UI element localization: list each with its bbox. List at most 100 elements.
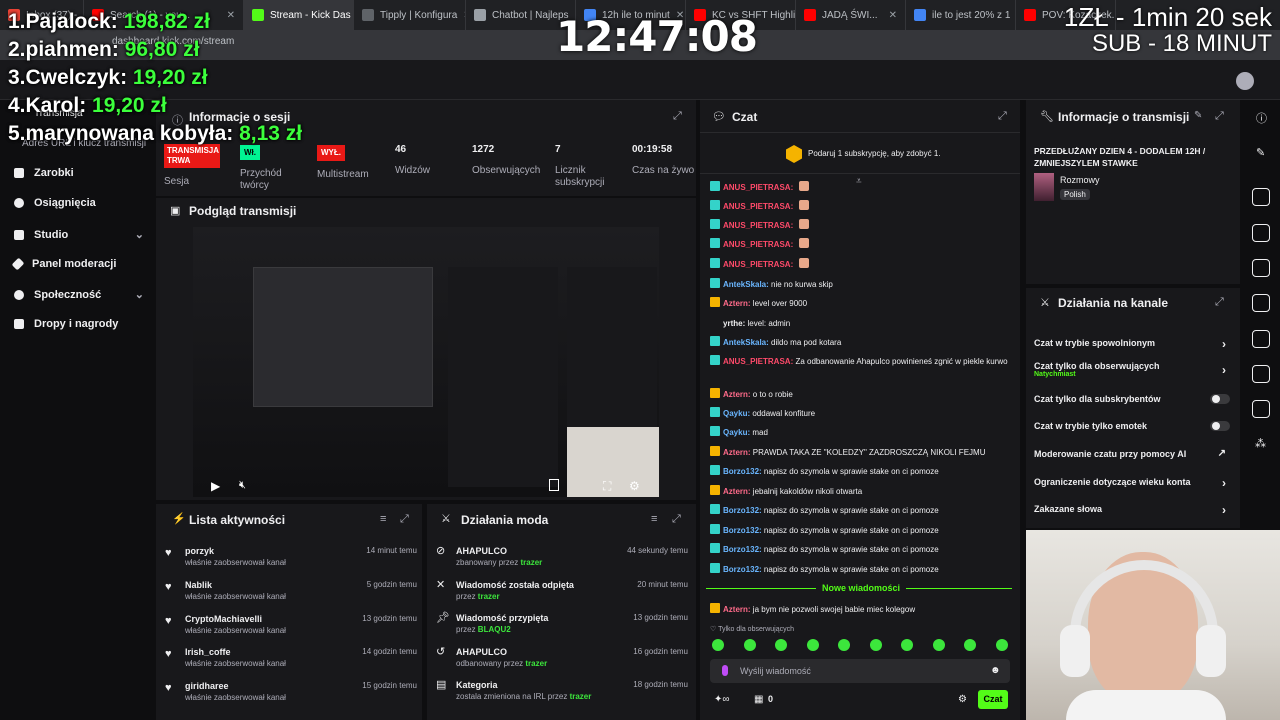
shortcut-button[interactable] <box>1252 224 1270 242</box>
shortcut-button[interactable] <box>1252 294 1270 312</box>
stat-followers: 1272 Obserwujących <box>472 144 540 177</box>
emote-only-toggle[interactable] <box>1210 421 1230 431</box>
emote-icon[interactable] <box>932 639 945 651</box>
chat-username[interactable]: AntekSkala: <box>723 280 769 289</box>
channel-actions-panel <box>1026 288 1240 528</box>
sidebar-item-zarobki[interactable]: Zarobki <box>14 167 144 179</box>
chat-username[interactable]: Qayku: <box>723 409 750 418</box>
browser-tab[interactable]: Tipply | Konfigura✕ <box>354 0 466 30</box>
sidebar-item-dropy[interactable]: Dropy i nagrody <box>14 318 144 330</box>
chat-username[interactable]: ANUS_PIETRASA: <box>723 357 793 366</box>
shortcut-button[interactable] <box>1252 259 1270 277</box>
stream-video-player[interactable]: ▶ 🔇︎ ⛶ ⚙ <box>193 227 659 497</box>
emote-icon[interactable] <box>995 639 1008 651</box>
chat-username[interactable]: Aztern: <box>723 448 751 457</box>
sidebar <box>0 100 156 720</box>
emote-icon[interactable] <box>775 639 788 651</box>
share-icon[interactable]: ⁂ <box>1255 437 1266 450</box>
shortcut-button[interactable] <box>1252 330 1270 348</box>
panel-title: Czat <box>732 110 758 124</box>
gear-icon[interactable]: ⚙ <box>958 694 967 705</box>
browser-tab[interactable]: ile to jest 20% z 1✕ <box>906 0 1016 30</box>
emote-icon[interactable] <box>869 639 882 651</box>
avatar[interactable] <box>1236 72 1254 90</box>
chat-input[interactable]: Wyślij wiadomość ☻ <box>710 659 1010 683</box>
chat-username[interactable]: Aztern: <box>723 299 751 308</box>
emote-icon[interactable] <box>712 639 724 651</box>
chat-badge-icon <box>710 504 720 514</box>
emoji-icon[interactable]: ☻ <box>990 665 1001 676</box>
gift-sub-banner[interactable]: Podaruj 1 subskrypcję, aby zdobyć 1. <box>700 132 1020 174</box>
sidebar-item-label: Społeczność <box>34 288 102 301</box>
popout-icon[interactable]: ⤢ <box>673 110 682 123</box>
chat-username[interactable]: Borzo132: <box>723 565 762 574</box>
edit-icon[interactable]: ✎ <box>1194 110 1202 121</box>
chat-username[interactable]: Borzo132: <box>723 506 762 515</box>
filter-icon[interactable]: ≡ <box>380 513 386 525</box>
emote-icon[interactable] <box>838 639 851 651</box>
unpin-icon: ✕ <box>436 579 446 591</box>
popout-icon[interactable]: ⤢ <box>1215 296 1224 309</box>
sidebar-item-studio[interactable]: Studio ⌄ <box>14 228 144 241</box>
slow-mode-row[interactable]: Czat w trybie spowolnionym › <box>1034 337 1230 351</box>
chat-send-button[interactable]: Czat <box>978 690 1008 709</box>
chat-username[interactable]: Aztern: <box>723 390 751 399</box>
chat-message: Borzo132: napisz do szymola w sprawie st… <box>710 563 1010 575</box>
points-icon[interactable]: ✦∞ <box>714 694 730 705</box>
mute-icon[interactable]: 🔇︎ <box>239 479 246 492</box>
popout-icon[interactable]: ⤢ <box>998 110 1007 123</box>
ai-moderation-row[interactable]: Moderowanie czatu przy pomocy AI ↗ <box>1034 448 1230 459</box>
mic-icon[interactable] <box>722 665 728 676</box>
shortcut-button[interactable] <box>1252 365 1270 383</box>
sidebar-item-label: Panel moderacji <box>32 258 117 270</box>
banned-words-row[interactable]: Zakazane słowa › <box>1034 503 1230 517</box>
chat-username[interactable]: yrthe: <box>723 319 745 328</box>
fullscreen-icon[interactable]: ⛶ <box>603 479 611 494</box>
chat-username[interactable]: ANUS_PIETRASA: <box>723 202 793 211</box>
clip-icon[interactable] <box>549 479 559 491</box>
panel-title: Działania moda <box>461 513 549 527</box>
popout-icon[interactable]: ⤢ <box>400 513 409 526</box>
emote-icon[interactable] <box>901 639 914 651</box>
popout-icon[interactable]: ⤢ <box>672 513 681 526</box>
banner-text: Podaruj 1 subskrypcję, aby zdobyć 1. <box>808 149 941 158</box>
emote-icon[interactable] <box>743 639 756 651</box>
chat-username[interactable]: ANUS_PIETRASA: <box>723 240 793 249</box>
external-link-icon: ↗ <box>1217 448 1226 459</box>
chat-username[interactable]: Aztern: <box>723 487 751 496</box>
sidebar-item-panel-moderacji[interactable]: Panel moderacji <box>11 257 144 271</box>
chat-username[interactable]: Borzo132: <box>723 467 762 476</box>
info-icon[interactable]: ⓘ <box>1256 110 1267 126</box>
chat-username[interactable]: ANUS_PIETRASA: <box>723 221 793 230</box>
close-icon[interactable]: ✕ <box>889 10 897 21</box>
chat-username[interactable]: AntekSkala: <box>723 338 769 347</box>
chat-username[interactable]: ANUS_PIETRASA: <box>723 183 793 192</box>
play-icon[interactable]: ▶ <box>211 479 220 493</box>
filter-icon[interactable]: ≡ <box>651 513 657 525</box>
stat-multistream: WYŁ. Multistream <box>317 144 369 181</box>
pencil-icon[interactable]: ✎ <box>1256 146 1265 159</box>
leaderboard-entry: 1.Pajalock: 198,82 zł <box>8 10 210 33</box>
panel-title: Informacje o transmisji <box>1058 110 1190 124</box>
shortcut-button[interactable] <box>1252 400 1270 418</box>
account-age-row[interactable]: Ograniczenie dotyczące wieku konta › <box>1034 476 1230 490</box>
chat-username[interactable]: Borzo132: <box>723 526 762 535</box>
subscribers-only-row[interactable]: Czat tylko dla subskrybentów <box>1034 394 1230 404</box>
popout-icon[interactable]: ⤢ <box>1215 110 1224 123</box>
chevron-right-icon: › <box>1222 337 1226 351</box>
subscribers-only-toggle[interactable] <box>1210 394 1230 404</box>
chat-username[interactable]: Borzo132: <box>723 545 762 554</box>
shortcut-button[interactable] <box>1252 188 1270 206</box>
sidebar-item-spolecznosc[interactable]: Społeczność ⌄ <box>14 288 144 301</box>
emote-only-row[interactable]: Czat w trybie tylko emotek <box>1034 421 1230 431</box>
browser-tab[interactable]: JADĄ ŚWI... ✕ <box>796 0 906 30</box>
emote-icon[interactable] <box>806 639 819 651</box>
gear-icon[interactable]: ⚙ <box>629 479 640 493</box>
sidebar-item-osiagniecia[interactable]: Osiągnięcia <box>14 197 144 209</box>
inventory-icon[interactable]: ▦ <box>754 694 763 705</box>
chat-username[interactable]: ANUS_PIETRASA: <box>723 260 793 269</box>
sword-icon: ⚔ <box>441 513 451 525</box>
followers-only-row[interactable]: Czat tylko dla obserwujących Natychmiast › <box>1034 361 1230 378</box>
emote-icon[interactable] <box>964 639 977 651</box>
chat-username[interactable]: Qayku: <box>723 428 750 437</box>
